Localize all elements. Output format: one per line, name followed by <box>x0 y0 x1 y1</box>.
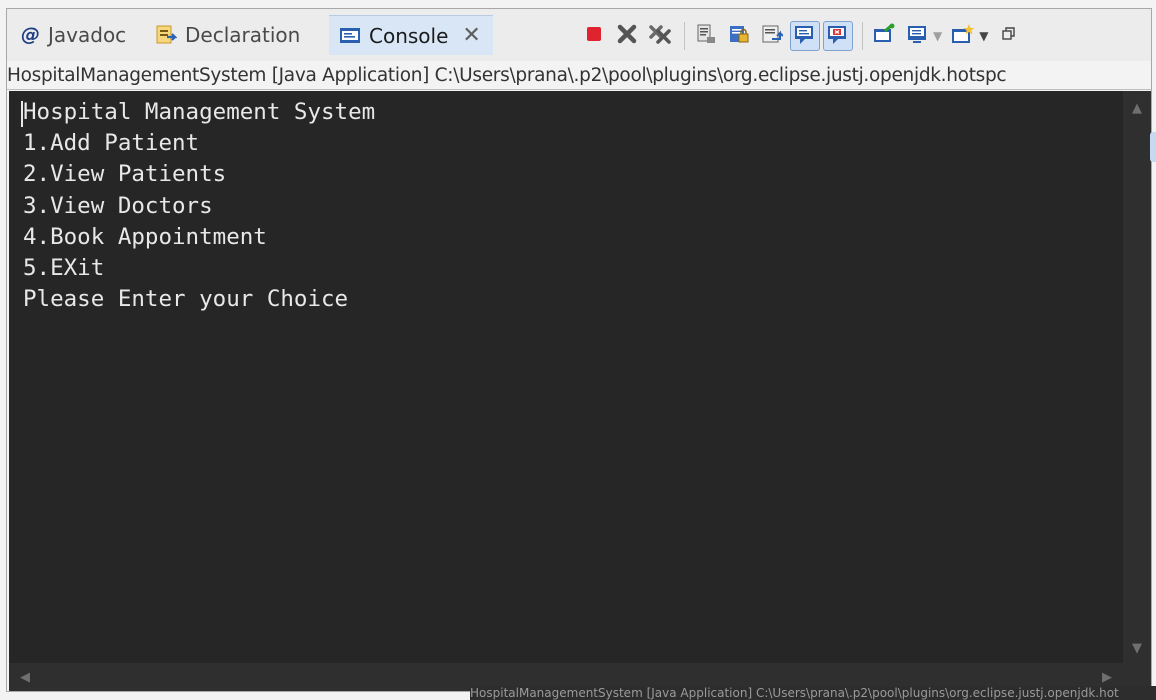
toolbar-separator <box>684 22 685 50</box>
vertical-scrollbar[interactable]: ▲ ▼ <box>1123 91 1151 663</box>
console-icon <box>339 26 361 46</box>
clear-console-button[interactable] <box>691 21 721 51</box>
console-output[interactable]: Hospital Management System 1.Add Patient… <box>9 91 1123 663</box>
console-line: 1.Add Patient <box>23 130 200 157</box>
remove-launch-icon <box>616 23 638 49</box>
at-icon: @ <box>21 24 40 46</box>
tab-label: Javadoc <box>48 23 127 47</box>
process-label: HospitalManagementSystem [Java Applicati… <box>7 63 1151 89</box>
tab-label: Declaration <box>185 23 301 47</box>
chevron-down-icon[interactable]: ▼ <box>979 29 988 43</box>
remove-launch-button[interactable] <box>612 21 642 51</box>
display-console-icon <box>906 23 928 49</box>
show-on-stderr-icon <box>827 23 849 49</box>
tab-label: Console <box>369 23 449 48</box>
word-wrap-button[interactable] <box>757 21 787 51</box>
show-on-stderr-button[interactable] <box>823 21 853 51</box>
word-wrap-icon <box>761 23 784 49</box>
console-toolbar: ▼ ▼ <box>579 19 1027 53</box>
side-panel-edge <box>1150 132 1156 162</box>
terminate-button[interactable] <box>579 21 609 51</box>
show-on-stdout-button[interactable] <box>790 21 820 51</box>
view-tab-bar: @ Javadoc Declaration Console ✕ ▼ ▼ <box>7 9 1151 61</box>
restore-icon <box>1001 26 1017 46</box>
tab-console[interactable]: Console ✕ <box>329 15 493 55</box>
remove-all-terminated-button[interactable] <box>645 21 675 51</box>
scroll-down-icon[interactable]: ▼ <box>1123 637 1151 659</box>
status-ghost-label: HospitalManagementSystem [Java Applicati… <box>470 686 1156 700</box>
open-console-icon <box>951 23 975 49</box>
remove-all-terminated-icon <box>648 22 672 50</box>
scroll-lock-icon <box>728 23 750 49</box>
scroll-left-icon[interactable]: ◀ <box>13 663 37 691</box>
restore-button[interactable] <box>994 21 1024 51</box>
pin-console-icon <box>873 23 895 49</box>
tab-declaration[interactable]: Declaration <box>155 15 300 55</box>
console-text: Hospital Management System 1.Add Patient… <box>23 97 375 315</box>
open-console-button[interactable] <box>948 21 978 51</box>
toolbar-separator <box>862 22 863 50</box>
console-line: Please Enter your Choice <box>23 286 349 313</box>
chevron-down-icon[interactable]: ▼ <box>933 29 942 43</box>
tab-javadoc[interactable]: @ Javadoc <box>21 15 126 55</box>
console-line: 2.View Patients <box>23 161 227 188</box>
close-icon[interactable]: ✕ <box>462 23 480 48</box>
display-console-button[interactable] <box>902 21 932 51</box>
terminate-icon <box>586 26 602 46</box>
console-view: @ Javadoc Declaration Console ✕ ▼ ▼ Hosp… <box>6 8 1152 692</box>
scroll-up-icon[interactable]: ▲ <box>1123 97 1151 119</box>
scroll-lock-button[interactable] <box>724 21 754 51</box>
console-line: 4.Book Appointment <box>23 223 267 250</box>
divider <box>7 89 1151 90</box>
console-line: 5.EXit <box>23 255 105 282</box>
console-line: Hospital Management System <box>23 99 376 125</box>
console-line: 3.View Doctors <box>23 192 213 219</box>
pin-console-button[interactable] <box>869 21 899 51</box>
show-on-stdout-icon <box>794 23 816 49</box>
declaration-icon <box>155 24 177 46</box>
clear-console-icon <box>695 23 717 49</box>
